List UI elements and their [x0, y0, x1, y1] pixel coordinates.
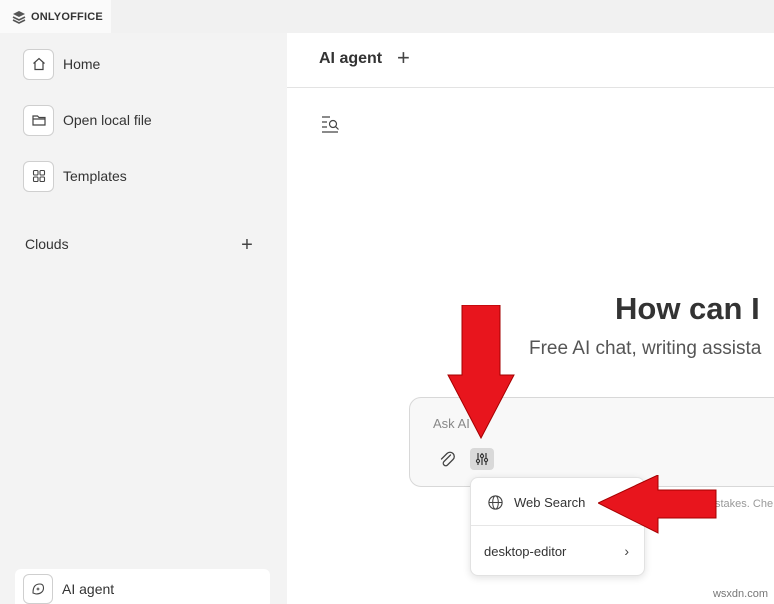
sidebar-item-ai-agent[interactable]: AI agent — [15, 569, 270, 604]
folder-icon — [23, 104, 54, 136]
add-cloud-button[interactable]: + — [238, 235, 256, 255]
sidebar-item-label: AI agent — [62, 581, 115, 597]
sidebar-item-home[interactable]: Home — [23, 48, 100, 80]
annotation-arrow-left — [598, 475, 717, 534]
new-chat-button[interactable]: + — [397, 47, 410, 69]
grid-icon — [23, 160, 54, 192]
hero-subtitle: Free AI chat, writing assista — [529, 338, 762, 359]
sliders-icon — [475, 453, 489, 465]
onlyoffice-logo-icon — [12, 10, 26, 24]
globe-icon — [488, 495, 503, 510]
menu-item-label: Web Search — [514, 495, 586, 510]
paperclip-icon[interactable] — [438, 450, 456, 468]
watermark-text: wsxdn.com — [712, 588, 768, 600]
annotation-arrow-down — [447, 305, 515, 440]
chevron-right-icon: › — [624, 543, 629, 559]
brand-name: ONLYOFFICE — [31, 10, 103, 23]
page-title: AI agent — [319, 50, 383, 67]
tab-bar: ONLYOFFICE — [0, 0, 774, 33]
ai-sparkle-icon — [23, 574, 53, 604]
home-icon — [23, 48, 54, 80]
hero-title: How can I — [615, 291, 760, 326]
tab-onlyoffice[interactable]: ONLYOFFICE — [0, 0, 111, 33]
clouds-section-label: Clouds — [25, 236, 69, 252]
sidebar-item-label: Templates — [63, 168, 127, 184]
sidebar-item-label: Home — [63, 56, 101, 72]
sidebar-item-label: Open local file — [63, 112, 152, 128]
sidebar: Home Open local file Templates Clouds + … — [0, 33, 287, 604]
disclaimer-text: stakes. Che — [715, 498, 774, 510]
sidebar-item-open-local-file[interactable]: Open local file — [23, 104, 152, 136]
main-header: AI agent + — [287, 33, 774, 88]
chat-settings-button[interactable] — [470, 448, 494, 470]
sidebar-item-templates[interactable]: Templates — [23, 160, 127, 192]
menu-item-label: desktop-editor — [484, 543, 567, 559]
chat-history-icon[interactable] — [321, 115, 341, 133]
